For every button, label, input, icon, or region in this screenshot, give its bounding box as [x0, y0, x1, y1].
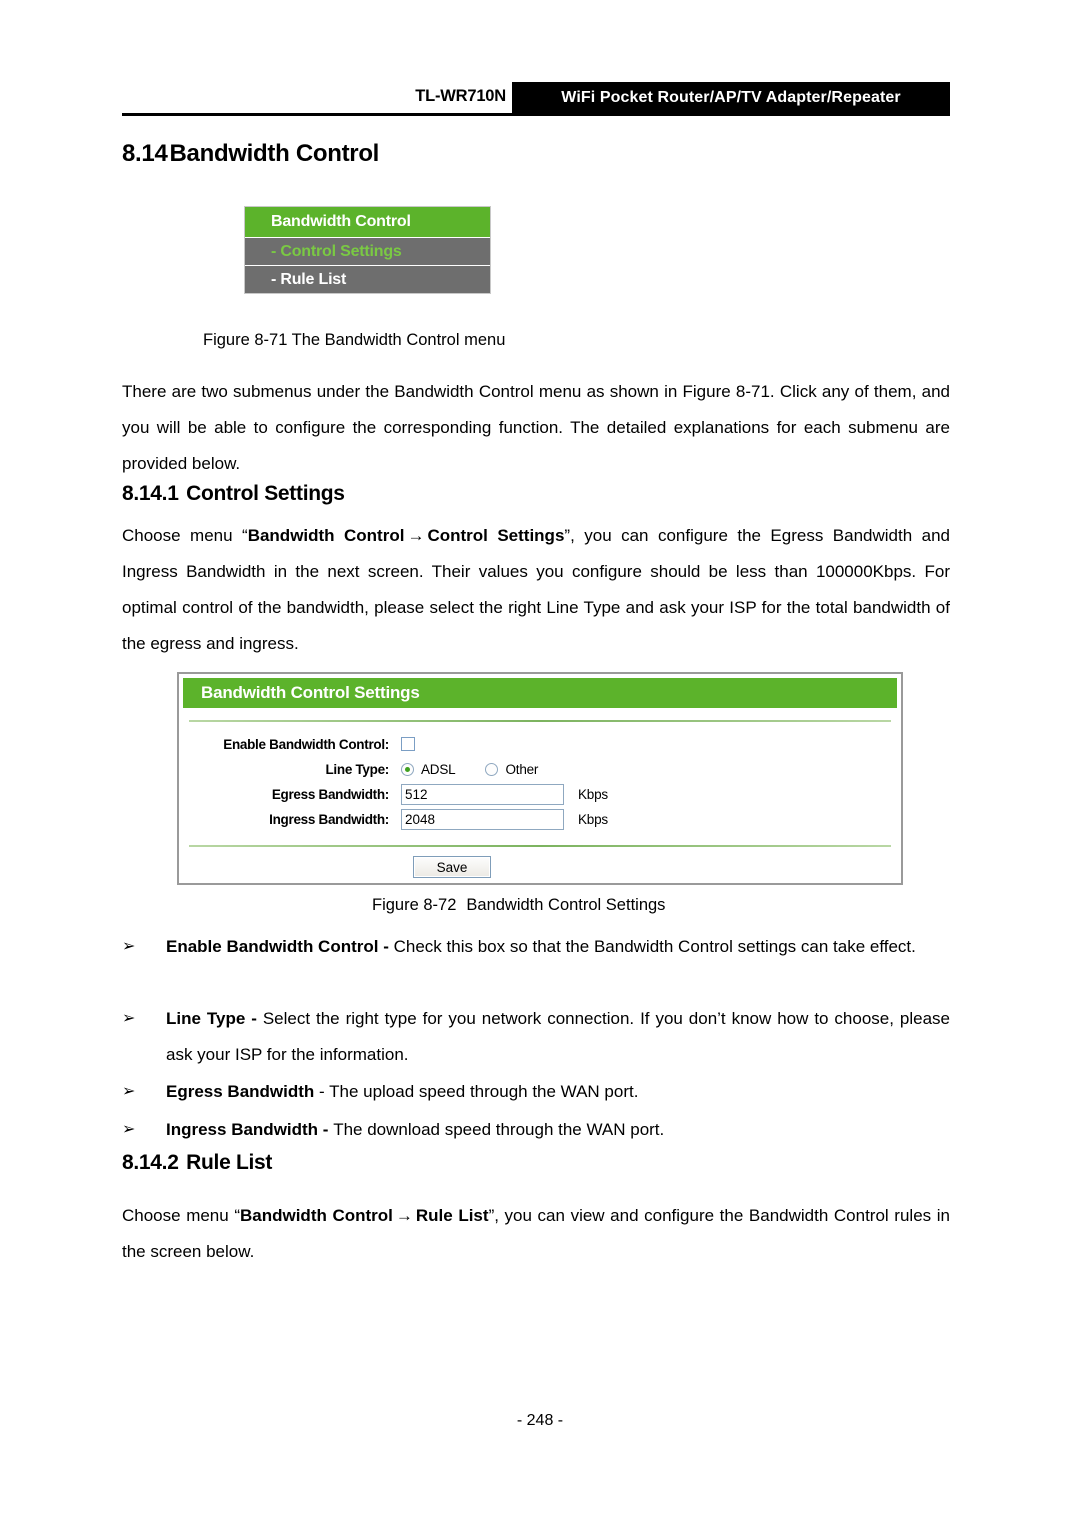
egress-bandwidth-label: Egress Bandwidth: [271, 786, 389, 802]
arrow-icon: → [395, 1206, 413, 1225]
page-title: 8.14Bandwidth Control [122, 140, 379, 168]
panel-title: Bandwidth Control Settings [183, 678, 897, 708]
section-number: 8.14 [122, 140, 168, 167]
section-title: Bandwidth Control [169, 140, 380, 167]
bullet-arrow-icon: ➢ [122, 1010, 136, 1027]
menu-header: Bandwidth Control [245, 207, 490, 237]
bullet-text: Line Type - Select the right type for yo… [166, 1001, 950, 1073]
figure-number: Figure 8-72 [372, 896, 457, 914]
figure-caption-8-71: Figure 8-71 The Bandwidth Control menu [203, 331, 506, 349]
row-egress-bandwidth: Egress Bandwidth: Kbps [179, 782, 901, 806]
bullet-desc: Check this box so that the Bandwidth Con… [393, 937, 916, 956]
menu-path-rule-list: Rule List [415, 1206, 489, 1225]
row-ingress-bandwidth: Ingress Bandwidth: Kbps [179, 807, 901, 831]
bandwidth-control-settings-panel: Bandwidth Control Settings Enable Bandwi… [177, 672, 903, 885]
bullet-term: Ingress Bandwidth - [166, 1120, 334, 1139]
header-divider [122, 113, 950, 116]
list-item: ➢ Ingress Bandwidth - The download speed… [122, 1112, 950, 1148]
choose-text-lead: Choose menu “ [122, 1206, 240, 1225]
list-item: ➢ Line Type - Select the right type for … [122, 1001, 950, 1073]
bullet-arrow-icon: ➢ [122, 938, 136, 955]
line-type-radio-adsl[interactable] [401, 762, 414, 776]
document-page: TL-WR710N WiFi Pocket Router/AP/TV Adapt… [0, 0, 1080, 1527]
row-enable-bandwidth-control: Enable Bandwidth Control: [179, 732, 901, 756]
bullet-term: Line Type - [166, 1009, 263, 1028]
arrow-icon: → [407, 526, 425, 545]
menu-item-rule-list[interactable]: - Rule List [245, 265, 490, 293]
bullet-term: Enable Bandwidth Control - [166, 937, 394, 956]
page-header: TL-WR710N WiFi Pocket Router/AP/TV Adapt… [122, 82, 950, 116]
menu-path-control-settings: Control Settings [427, 526, 565, 545]
product-banner: WiFi Pocket Router/AP/TV Adapter/Repeate… [512, 82, 950, 113]
ingress-bandwidth-label: Ingress Bandwidth: [269, 811, 389, 827]
figure-title: Bandwidth Control Settings [466, 896, 666, 914]
choose-text-tail: ”, you can configure the Egress Bandwidt… [122, 526, 950, 653]
menu-path-bandwidth-control: Bandwidth Control [247, 526, 405, 545]
egress-bandwidth-unit: Kbps [578, 786, 608, 802]
line-type-radio-other[interactable] [485, 762, 499, 776]
choose-text-lead: Choose menu “ [122, 526, 248, 545]
heading-control-settings: 8.14.1 Control Settings [122, 482, 345, 506]
line-type-radio-group: ADSL Other [401, 762, 568, 777]
line-type-label-adsl[interactable]: ADSL [421, 762, 456, 777]
panel-body: Enable Bandwidth Control: Line Type: ADS… [179, 722, 901, 878]
ingress-bandwidth-input[interactable] [401, 808, 564, 830]
enable-bandwidth-control-label: Enable Bandwidth Control: [223, 736, 389, 752]
subsection-number: 8.14.2 [122, 1151, 179, 1174]
figure-caption-8-72: Figure 8-72 Bandwidth Control Settings [372, 896, 665, 915]
subsection-title: Control Settings [186, 482, 345, 505]
heading-rule-list: 8.14.2 Rule List [122, 1151, 272, 1175]
bullet-text: Egress Bandwidth - The upload speed thro… [166, 1074, 950, 1110]
list-item: ➢ Enable Bandwidth Control - Check this … [122, 929, 950, 965]
control-settings-paragraph: Choose menu “Bandwidth Control → Control S… [122, 518, 950, 662]
subsection-number: 8.14.1 [122, 482, 179, 505]
save-row: Save [179, 856, 901, 878]
egress-bandwidth-input[interactable] [401, 783, 564, 805]
row-line-type: Line Type: ADSL Other [179, 757, 901, 781]
bullet-term: Egress Bandwidth [166, 1082, 320, 1101]
list-item: ➢ Egress Bandwidth - The upload speed th… [122, 1074, 950, 1110]
bullet-text: Enable Bandwidth Control - Check this bo… [166, 929, 950, 965]
bullet-desc: - The upload speed through the WAN port. [319, 1082, 639, 1101]
bandwidth-control-menu: Bandwidth Control - Control Settings - R… [244, 206, 491, 294]
bullet-arrow-icon: ➢ [122, 1083, 136, 1100]
bullet-desc: The download speed through the WAN port. [333, 1120, 665, 1139]
save-button[interactable]: Save [413, 856, 491, 878]
intro-paragraph: There are two submenus under the Bandwid… [122, 382, 950, 473]
line-type-label: Line Type: [325, 761, 389, 777]
panel-bottom-separator [189, 845, 891, 847]
menu-path-bandwidth-control: Bandwidth Control [239, 1206, 393, 1225]
radio-selected-dot [405, 766, 410, 772]
bullet-arrow-icon: ➢ [122, 1121, 136, 1138]
rule-list-paragraph: Choose menu “Bandwidth Control → Rule List… [122, 1198, 950, 1270]
menu-item-control-settings[interactable]: - Control Settings [245, 237, 490, 265]
page-footer: - 248 - [516, 1412, 564, 1429]
bullet-desc: Select the right type for you network co… [166, 1009, 950, 1064]
bullet-text: Ingress Bandwidth - The download speed t… [166, 1112, 950, 1148]
enable-bandwidth-control-checkbox[interactable] [401, 737, 415, 751]
model-name: TL-WR710N [415, 87, 506, 105]
line-type-label-other[interactable]: Other [505, 762, 538, 777]
ingress-bandwidth-unit: Kbps [578, 811, 608, 827]
subsection-title: Rule List [186, 1151, 273, 1174]
